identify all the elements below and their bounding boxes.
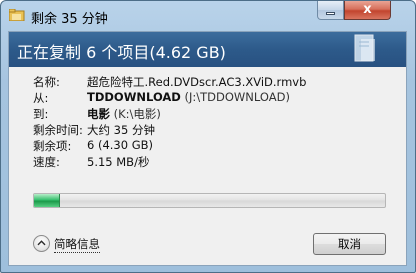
from-folder-link[interactable]: TDDOWNLOAD bbox=[87, 90, 181, 104]
progress-fill bbox=[34, 194, 60, 207]
to-label: 到: bbox=[33, 107, 49, 121]
items-remaining-value: 6 (4.30 GB) bbox=[87, 138, 154, 152]
speed-label: 速度: bbox=[33, 155, 60, 169]
from-value-wrap: TDDOWNLOAD (J:\TDDOWNLOAD) bbox=[87, 90, 290, 104]
copy-progress-bar bbox=[33, 193, 386, 208]
copy-status-title: 正在复制 6 个项目(4.62 GB) bbox=[17, 43, 226, 62]
name-label: 名称: bbox=[33, 75, 60, 89]
speed-row: 速度: 5.15 MB/秒 bbox=[9, 154, 406, 170]
details-toggle-label[interactable]: 简略信息 bbox=[54, 236, 100, 253]
to-path: (K:\电影) bbox=[113, 107, 161, 121]
dialog-content: 正在复制 6 个项目(4.62 GB) 名称: 超危险特工.Red.DVDscr… bbox=[8, 31, 407, 266]
items-remaining-label: 剩余项: bbox=[33, 139, 72, 153]
time-remaining-value: 大约 35 分钟 bbox=[87, 123, 155, 137]
close-button[interactable]: x bbox=[344, 1, 391, 20]
cancel-button[interactable]: 取消 bbox=[313, 233, 386, 255]
items-remaining-row: 剩余项: 6 (4.30 GB) bbox=[9, 138, 406, 154]
to-value-wrap: 电影 (K:\电影) bbox=[87, 106, 161, 122]
folder-copy-icon bbox=[9, 9, 25, 21]
from-label: 从: bbox=[33, 91, 49, 105]
chevron-up-icon[interactable] bbox=[33, 235, 50, 252]
to-folder-link[interactable]: 电影 bbox=[87, 107, 110, 121]
header-banner: 正在复制 6 个项目(4.62 GB) bbox=[9, 32, 406, 67]
from-path: (J:\TDDOWNLOAD) bbox=[184, 90, 290, 104]
minimize-button[interactable] bbox=[317, 1, 344, 20]
document-transfer-icon bbox=[354, 34, 375, 62]
time-remaining-label: 剩余时间: bbox=[33, 123, 83, 137]
from-row: 从: TDDOWNLOAD (J:\TDDOWNLOAD) bbox=[9, 90, 406, 106]
speed-value: 5.15 MB/秒 bbox=[87, 155, 150, 169]
copy-dialog-window: 剩余 35 分钟 x 正在复制 6 个项目(4.62 GB) 名称: 超危险特工… bbox=[0, 0, 416, 273]
time-remaining-row: 剩余时间: 大约 35 分钟 bbox=[9, 122, 406, 138]
title-bar[interactable]: 剩余 35 分钟 x bbox=[1, 1, 415, 31]
to-row: 到: 电影 (K:\电影) bbox=[9, 106, 406, 122]
name-value: 超危险特工.Red.DVDscr.AC3.XViD.rmvb bbox=[87, 75, 307, 89]
window-title: 剩余 35 分钟 bbox=[31, 12, 108, 27]
name-row: 名称: 超危险特工.Red.DVDscr.AC3.XViD.rmvb bbox=[9, 74, 406, 90]
